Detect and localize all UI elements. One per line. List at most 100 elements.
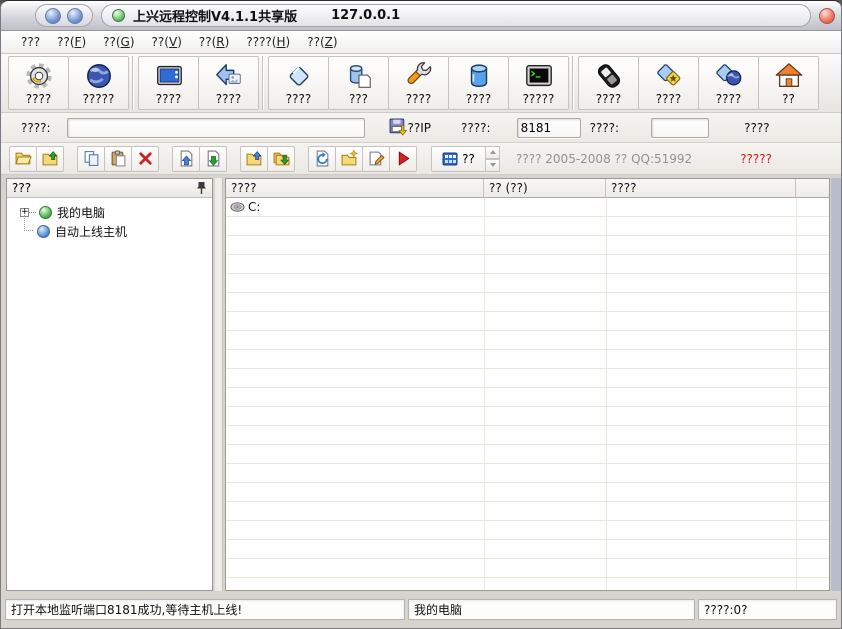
refresh-button[interactable] xyxy=(308,145,336,172)
toolbar-button-label: ?? xyxy=(782,91,795,106)
home-icon xyxy=(775,62,802,87)
gear-icon xyxy=(25,62,52,89)
toolbar-button-terminal[interactable]: ????? xyxy=(508,56,569,110)
column-header-size[interactable]: ?? (??) xyxy=(484,179,606,198)
pin-icon[interactable] xyxy=(196,181,207,195)
minimize-button[interactable] xyxy=(45,7,61,24)
menu-item-3[interactable]: ??(G) xyxy=(103,35,134,49)
menu-item-5[interactable]: ??(R) xyxy=(199,35,229,49)
menu-label: ) xyxy=(224,35,230,49)
toolbar-button-file[interactable]: ???? xyxy=(268,56,329,110)
folder-upload-button[interactable] xyxy=(240,145,268,172)
paste-icon xyxy=(111,150,125,167)
computer-group-icon xyxy=(39,206,52,219)
wrench-icon xyxy=(407,61,431,84)
toolbar-button-label: ???? xyxy=(715,91,742,106)
copy-button[interactable] xyxy=(77,145,105,172)
tree-connector xyxy=(24,215,33,231)
grid-line xyxy=(796,198,797,590)
port-label: ????: xyxy=(461,120,491,135)
password-input[interactable] xyxy=(651,117,710,138)
service-input[interactable] xyxy=(66,117,365,138)
menu-item-7[interactable]: ??(Z) xyxy=(307,35,337,49)
toolbar-button-remote-view[interactable]: ???? xyxy=(198,56,259,110)
toolbar-separator xyxy=(569,56,578,110)
column-header-name[interactable]: ???? xyxy=(226,179,484,198)
tree-node-auto-online[interactable]: 自动上线主机 xyxy=(7,215,212,241)
toolbar-button-tools[interactable]: ???? xyxy=(388,56,449,110)
port-input[interactable] xyxy=(516,117,581,138)
device-icon xyxy=(597,63,620,88)
database-icon xyxy=(470,63,487,87)
menu-item-4[interactable]: ??(V) xyxy=(152,35,182,49)
toolbar-button-gear[interactable]: ???? xyxy=(8,56,69,110)
folder-download-button[interactable] xyxy=(267,145,295,172)
run-button[interactable] xyxy=(389,145,417,172)
menu-item-2[interactable]: ??(F) xyxy=(57,35,86,49)
menu-label: ??( xyxy=(151,35,169,49)
folder-export-button[interactable] xyxy=(36,145,64,172)
toolbar-group-2: ???? ???? xyxy=(138,56,259,110)
open-folder-button[interactable] xyxy=(9,145,37,172)
new-folder-button[interactable] xyxy=(335,145,363,172)
register-link[interactable]: ????? xyxy=(740,152,772,166)
toolbar-button-label: ???? xyxy=(215,91,242,106)
panel-splitter[interactable] xyxy=(213,178,225,591)
menu-label: ) xyxy=(332,35,338,49)
window-title: 上兴远程控制V4.1.1共享版 xyxy=(133,10,298,25)
disk-icon xyxy=(230,202,245,212)
toolbar-button-screen[interactable]: ???? xyxy=(138,56,199,110)
terminal-icon xyxy=(525,64,552,86)
maximize-button[interactable] xyxy=(67,7,83,24)
status-context: 我的电脑 xyxy=(408,599,695,620)
toolbar-button-device[interactable]: ???? xyxy=(578,56,639,110)
menu-hotkey: V xyxy=(168,35,178,49)
close-button[interactable] xyxy=(819,7,835,24)
toolbar-button-label: ???? xyxy=(655,91,682,106)
file-download-button[interactable] xyxy=(199,145,227,172)
toolbar-group-4: ???? ???? ???? ?? xyxy=(578,56,819,110)
titlebar: 上兴远程控制V4.1.1共享版 127.0.0.1 xyxy=(1,1,841,31)
paste-button[interactable] xyxy=(104,145,132,172)
menu-item-6[interactable]: ????(H) xyxy=(246,35,290,49)
main-area: ??? + 我的电脑 自动上线主机 ???? ?? (??) ???? C: xyxy=(1,175,841,591)
spinner-down-button[interactable] xyxy=(485,158,500,172)
toolbar-button-storage[interactable]: ??? xyxy=(328,56,389,110)
service-label: ????: xyxy=(21,120,51,135)
toolbar-button-globe[interactable]: ????? xyxy=(68,56,129,110)
file-upload-button[interactable] xyxy=(172,145,200,172)
column-header-type[interactable]: ???? xyxy=(606,179,796,198)
edit-button[interactable] xyxy=(362,145,390,172)
file-list-panel: ???? ?? (??) ???? C: xyxy=(225,178,830,591)
save-ip-label[interactable]: ??IP xyxy=(408,121,432,135)
toolbar-button-database[interactable]: ???? xyxy=(448,56,509,110)
apply-label[interactable]: ???? xyxy=(744,121,769,135)
edit-icon xyxy=(369,151,385,166)
arrow-up-icon xyxy=(489,150,496,154)
list-item-drive-c[interactable]: C: xyxy=(226,198,483,216)
auto-online-icon xyxy=(37,225,50,238)
list-body: C: xyxy=(226,198,829,590)
menu-item-1[interactable]: ??? xyxy=(21,35,40,49)
new-folder-icon xyxy=(341,150,358,166)
menu-label: ) xyxy=(129,35,135,49)
sidebar: ??? + 我的电脑 自动上线主机 xyxy=(6,178,213,591)
delete-button[interactable] xyxy=(131,145,159,172)
status-host-count: ????:0? xyxy=(698,599,837,620)
tree-node-my-computer[interactable]: + 我的电脑 xyxy=(7,203,212,222)
menu-label: ??( xyxy=(307,35,325,49)
toolbar-button-home[interactable]: ?? xyxy=(758,56,819,110)
titlebar-curve xyxy=(1,1,35,30)
main-toolbar: ???? ????? ???? ???? ???? ??? ???? ???? … xyxy=(1,54,841,113)
column-header-extra xyxy=(796,179,829,198)
arrow-down-icon xyxy=(489,163,496,167)
menu-label: ) xyxy=(177,35,182,49)
toolbar-button-label: ??? xyxy=(348,91,369,106)
spinner-up-button[interactable] xyxy=(485,145,500,159)
toolbar-button-plugin[interactable]: ???? xyxy=(638,56,699,110)
view-mode-button[interactable]: ?? xyxy=(431,145,486,172)
save-ip-icon[interactable] xyxy=(389,118,408,137)
app-status-icon xyxy=(112,9,125,22)
menu-label: ????( xyxy=(246,35,277,49)
toolbar-button-web-plugin[interactable]: ???? xyxy=(698,56,759,110)
